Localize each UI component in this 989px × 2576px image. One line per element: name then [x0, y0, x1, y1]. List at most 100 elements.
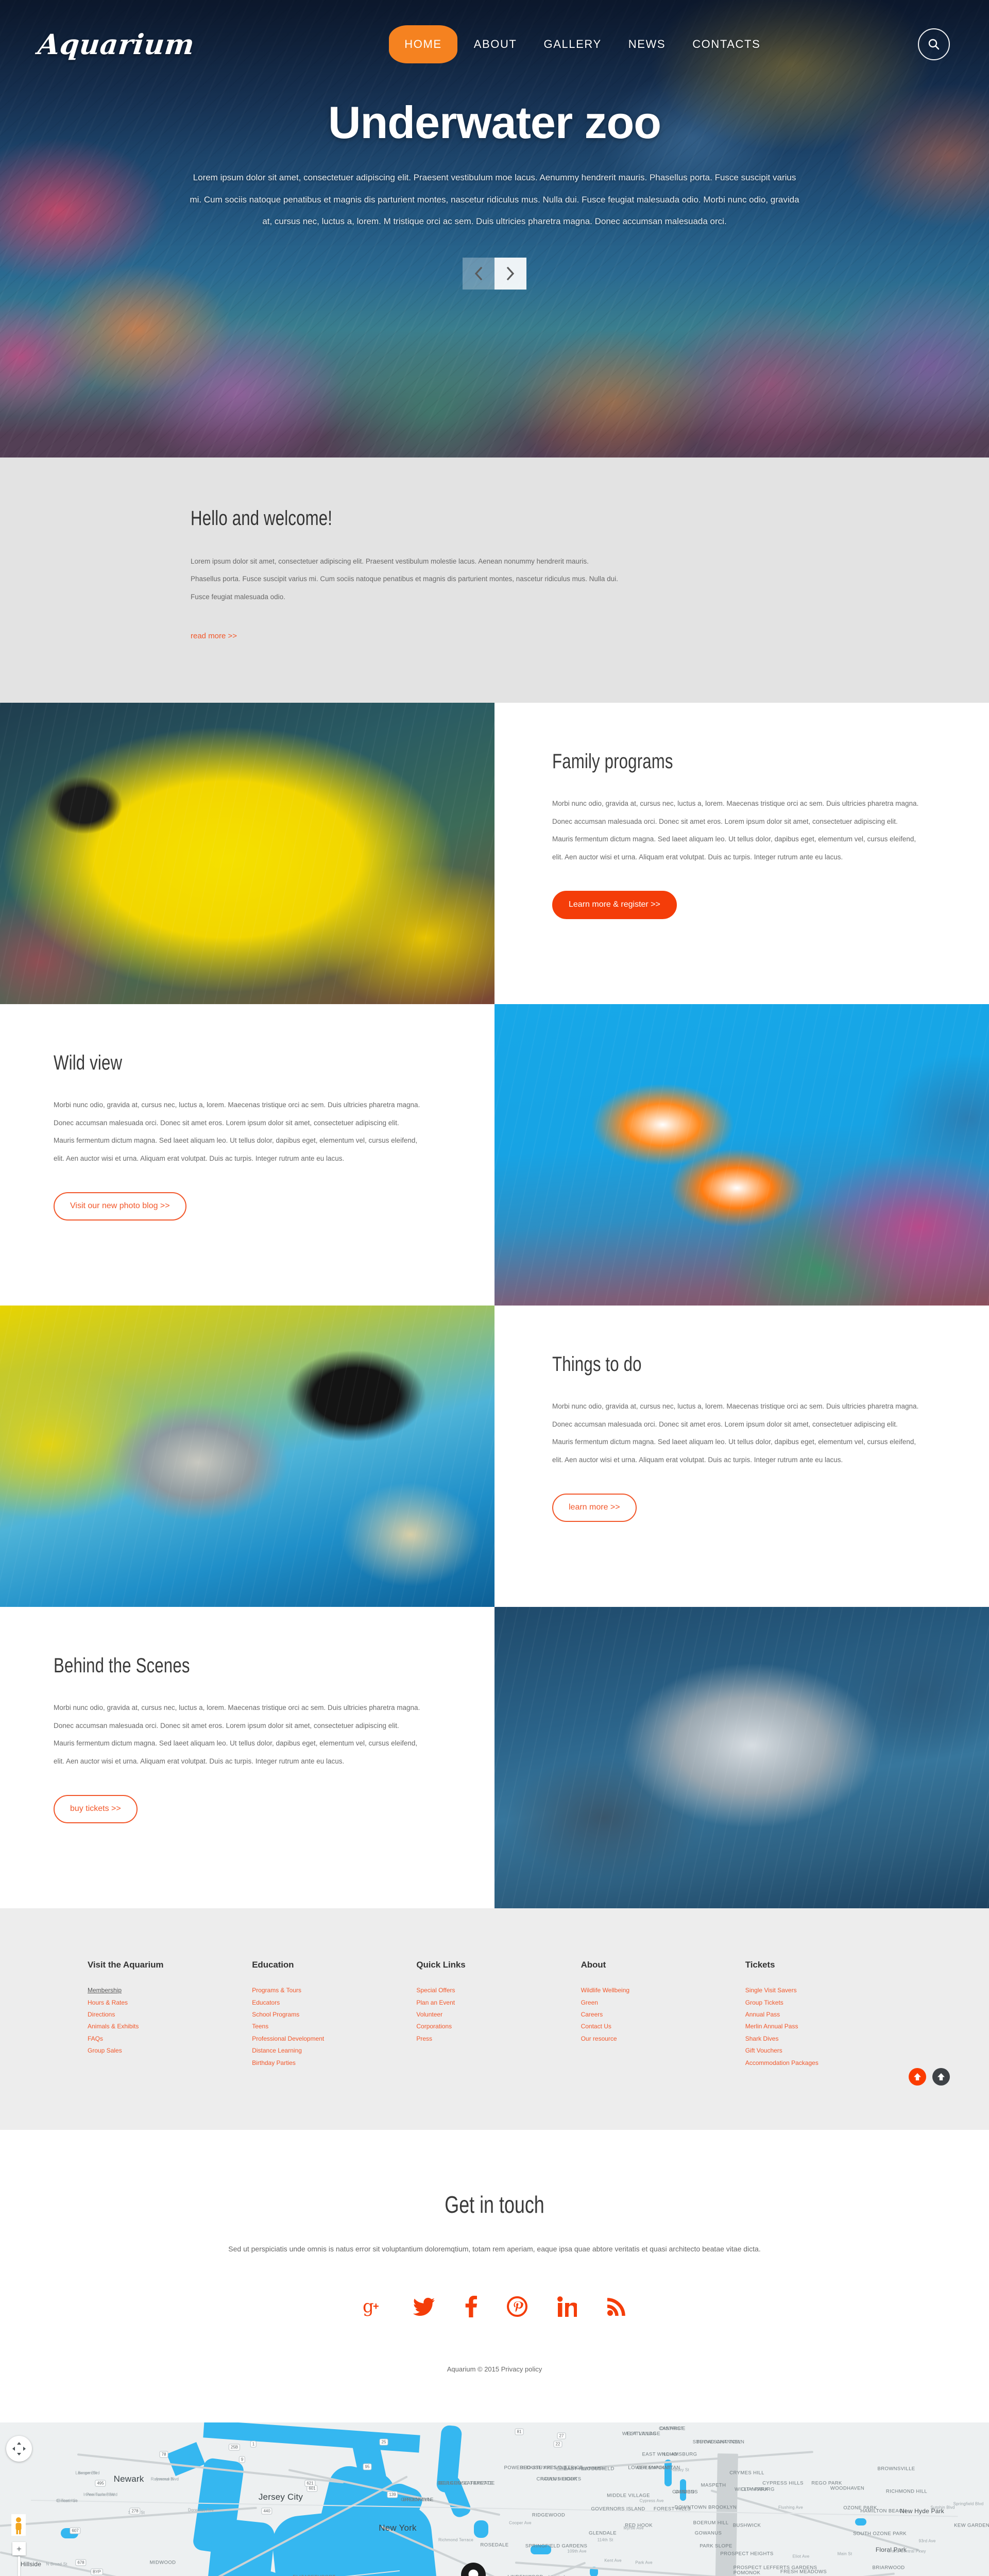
feature-text-pane: Things to do Morbi nunc odio, gravida at…: [494, 1306, 989, 1607]
footer-link[interactable]: Hours & Rates: [88, 1997, 252, 2009]
map-neighborhood-label: EAST FLATBUSH: [564, 2466, 606, 2472]
footer-link[interactable]: Programs & Tours: [252, 1985, 416, 1996]
feature-row-behind-the-scenes: Behind the Scenes Morbi nunc odio, gravi…: [0, 1607, 989, 1909]
footer-link[interactable]: Educators: [252, 1997, 416, 2009]
copyright: Aquarium © 2015 Privacy policy: [0, 2365, 989, 2373]
footer-link[interactable]: Teens: [252, 2021, 416, 2032]
map-street-label: N Broad St: [46, 2562, 67, 2567]
map-street-label: Atlantic Ave: [548, 2575, 570, 2576]
scroll-to-top-button-primary[interactable]: [909, 2068, 926, 2086]
site-logo[interactable]: Aquarium: [37, 28, 196, 61]
footer-link[interactable]: Shark Dives: [745, 2033, 901, 2045]
map-neighborhood-label: GLENDALE: [589, 2530, 617, 2536]
scroll-to-top-button-secondary[interactable]: [932, 2068, 950, 2086]
footer-link[interactable]: Distance Learning: [252, 2045, 416, 2057]
chevron-left-icon: [474, 266, 483, 281]
linkedin-icon: [557, 2296, 577, 2317]
map-city-label: New York: [379, 2523, 417, 2533]
footer-link[interactable]: Membership: [88, 1985, 252, 1996]
map-highway-shield: 607: [70, 2527, 81, 2534]
footer-column: Tickets Single Visit Savers Group Tickets A…: [745, 1960, 901, 2069]
social-link-rss[interactable]: [607, 2295, 626, 2318]
footer-link[interactable]: Group Tickets: [745, 1997, 901, 2009]
nav-item-contacts[interactable]: CONTACTS: [679, 39, 774, 50]
svg-text:g: g: [363, 2296, 374, 2317]
footer-link[interactable]: Contact Us: [581, 2021, 745, 2032]
footer-columns: Visit the Aquarium Membership Hours & Rate…: [88, 1960, 901, 2069]
map-highway-shield: 81: [515, 2428, 524, 2435]
search-button[interactable]: [918, 28, 950, 60]
footer-link[interactable]: Volunteer: [416, 2009, 581, 2021]
footer-link[interactable]: Group Sales: [88, 2045, 252, 2057]
social-link-linkedin[interactable]: [557, 2295, 577, 2318]
map-highway-shield: BYP: [90, 2568, 104, 2575]
social-link-google-plus[interactable]: g +: [363, 2295, 383, 2318]
privacy-policy-link[interactable]: Privacy policy: [501, 2365, 542, 2373]
social-link-facebook[interactable]: [465, 2295, 477, 2318]
nav-item-home[interactable]: HOME: [389, 25, 457, 63]
map-neighborhood-label: SPRINGFIELD GARDENS: [525, 2543, 588, 2549]
copyright-text: Aquarium © 2015: [447, 2365, 501, 2374]
nav-item-gallery[interactable]: GALLERY: [530, 39, 615, 50]
footer-link-list: Special Offers Plan an Event Volunteer Corp…: [416, 1985, 581, 2045]
nav-item-about[interactable]: ABOUT: [461, 39, 531, 50]
feature-body: Morbi nunc odio, gravida at, cursus nec,…: [54, 1704, 420, 1765]
map-neighborhood-label: CITY PARK: [741, 2486, 769, 2493]
learn-more-register-button[interactable]: Learn more & register >>: [552, 890, 677, 919]
footer-link[interactable]: Birthday Parties: [252, 2057, 416, 2069]
footer-link[interactable]: Our resource: [581, 2033, 745, 2045]
social-links: g +: [0, 2295, 989, 2318]
buy-tickets-button[interactable]: buy tickets >>: [54, 1794, 138, 1823]
footer-link-list: Wildlife Wellbeing Green Careers Contact Us…: [581, 1985, 745, 2045]
visit-photo-blog-button[interactable]: Visit our new photo blog >>: [54, 1192, 186, 1221]
map-location-pin[interactable]: [461, 2563, 486, 2576]
map-neighborhood-label: FLATLANDS: [626, 2431, 656, 2437]
map-highway-shield: 22: [553, 2441, 562, 2448]
feature-title: Behind the Scenes: [54, 1654, 190, 1677]
slider-next-button[interactable]: [494, 257, 526, 290]
hero-content: Underwater zoo Lorem ipsum dolor sit ame…: [157, 89, 832, 290]
footer-link[interactable]: Professional Development: [252, 2033, 416, 2045]
footer-link[interactable]: Accommodation Packages: [745, 2057, 901, 2069]
welcome-read-more-link[interactable]: read more >>: [191, 632, 237, 640]
slider-navigation: [463, 257, 526, 290]
footer-column-heading: Visit the Aquarium: [88, 1960, 164, 1970]
footer-link[interactable]: Wildlife Wellbeing: [581, 1985, 745, 1996]
footer-link[interactable]: Annual Pass: [745, 2009, 901, 2021]
map-zoom-slider[interactable]: [18, 2556, 20, 2576]
footer-link[interactable]: Press: [416, 2033, 581, 2045]
map-street-label: Lawson Blvd: [75, 2470, 100, 2476]
footer-link[interactable]: Directions: [88, 2009, 252, 2021]
map-street-label: Kent Ave: [604, 2558, 622, 2563]
footer-link[interactable]: Special Offers: [416, 1985, 581, 1996]
main-navigation: HOME ABOUT GALLERY NEWS CONTACTS: [389, 25, 774, 63]
arrow-up-icon: [937, 2073, 945, 2080]
footer-link[interactable]: Green: [581, 1997, 745, 2009]
map-zoom-in-button[interactable]: +: [12, 2542, 26, 2556]
footer-link[interactable]: Corporations: [416, 2021, 581, 2032]
footer-column-heading: Tickets: [745, 1960, 775, 1970]
footer-link[interactable]: FAQs: [88, 2033, 252, 2045]
map-street-view-pegman[interactable]: [11, 2514, 26, 2536]
welcome-title: Hello and welcome!: [191, 507, 333, 530]
footer-link[interactable]: Gift Vouchers: [745, 2045, 901, 2057]
map-neighborhood-label: BOERUM HILL: [693, 2520, 729, 2526]
footer-link[interactable]: Careers: [581, 2009, 745, 2021]
map-zoom-control[interactable]: + −: [12, 2542, 26, 2576]
slider-prev-button[interactable]: [463, 257, 494, 290]
footer-link[interactable]: Plan an Event: [416, 1997, 581, 2009]
footer-link[interactable]: Merlin Annual Pass: [745, 2021, 901, 2032]
feature-row-wild-view: Wild view Morbi nunc odio, gravida at, c…: [0, 1004, 989, 1306]
nav-item-news[interactable]: NEWS: [615, 39, 679, 50]
svg-text:+: +: [373, 2301, 379, 2312]
map-pan-control[interactable]: [6, 2436, 32, 2462]
map-section[interactable]: NewarkJersey CityNew YorkBayonneElizabet…: [0, 2422, 989, 2576]
pan-control-icon: [12, 2442, 26, 2456]
learn-more-button[interactable]: learn more >>: [552, 1493, 637, 1522]
social-link-pinterest[interactable]: [507, 2295, 527, 2318]
footer-link[interactable]: Single Visit Savers: [745, 1985, 901, 1996]
map-neighborhood-label: BROOKLYN: [403, 2497, 432, 2503]
footer-link[interactable]: Animals & Exhibits: [88, 2021, 252, 2032]
social-link-twitter[interactable]: [413, 2295, 435, 2318]
footer-link[interactable]: School Programs: [252, 2009, 416, 2021]
